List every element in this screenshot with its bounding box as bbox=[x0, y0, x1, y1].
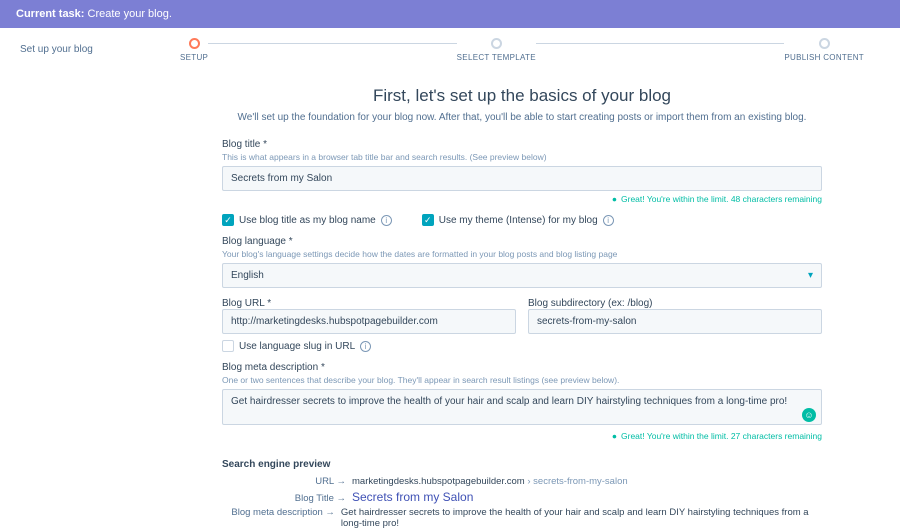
info-icon[interactable]: i bbox=[360, 341, 371, 352]
blog-title-label: Blog title * bbox=[222, 139, 822, 150]
info-icon[interactable]: i bbox=[603, 215, 614, 226]
smiley-icon: ☺ bbox=[802, 408, 816, 422]
blog-title-input[interactable] bbox=[222, 166, 822, 191]
checkbox-label: Use my theme (Intense) for my blog bbox=[439, 215, 598, 226]
page-heading: First, let's set up the basics of your b… bbox=[180, 86, 864, 106]
step-label: SELECT TEMPLATE bbox=[457, 53, 536, 62]
preview-meta-value: Get hairdresser secrets to improve the h… bbox=[341, 507, 822, 529]
blog-subdir-label: Blog subdirectory (ex: /blog) bbox=[528, 298, 822, 309]
check-icon: ✓ bbox=[222, 214, 234, 226]
chevron-down-icon: ▾ bbox=[808, 270, 813, 281]
use-title-as-name-checkbox[interactable]: ✓ Use blog title as my blog name i bbox=[222, 214, 392, 226]
preview-url-value: marketingdesks.hubspotpagebuilder.com › … bbox=[352, 476, 628, 487]
step-select-template[interactable]: SELECT TEMPLATE bbox=[457, 38, 536, 62]
sidebar: Set up your blog bbox=[0, 28, 180, 532]
step-line bbox=[536, 43, 785, 44]
step-line bbox=[208, 43, 457, 44]
blog-title-hint: This is what appears in a browser tab ti… bbox=[222, 152, 822, 162]
blog-url-label: Blog URL * bbox=[222, 298, 516, 309]
page-subheading: We'll set up the foundation for your blo… bbox=[180, 112, 864, 123]
info-icon[interactable]: i bbox=[381, 215, 392, 226]
meta-desc-status: Great! You're within the limit. 27 chara… bbox=[222, 431, 822, 441]
blog-url-input[interactable] bbox=[222, 309, 516, 334]
step-dot-icon bbox=[819, 38, 830, 49]
step-label: SETUP bbox=[180, 53, 208, 62]
top-banner: Current task: Create your blog. bbox=[0, 0, 900, 28]
preview-url-label: URL bbox=[222, 476, 352, 487]
checkbox-label: Use language slug in URL bbox=[239, 341, 355, 352]
sidebar-title: Set up your blog bbox=[20, 44, 180, 55]
preview-heading: Search engine preview bbox=[222, 459, 822, 470]
meta-desc-hint: One or two sentences that describe your … bbox=[222, 375, 822, 385]
preview-title-value: Secrets from my Salon bbox=[352, 490, 473, 504]
preview-meta-label: Blog meta description bbox=[222, 507, 341, 518]
stepper: SETUP SELECT TEMPLATE PUBLISH CONTENT bbox=[180, 28, 864, 66]
blog-language-hint: Your blog's language settings decide how… bbox=[222, 249, 822, 259]
blog-language-select[interactable]: English ▾ bbox=[222, 263, 822, 288]
blog-language-label: Blog language * bbox=[222, 236, 822, 247]
use-language-slug-checkbox[interactable]: Use language slug in URL i bbox=[222, 340, 822, 352]
step-setup[interactable]: SETUP bbox=[180, 38, 208, 62]
search-preview: Search engine preview URL marketingdesks… bbox=[222, 459, 822, 529]
meta-desc-input[interactable]: Get hairdresser secrets to improve the h… bbox=[222, 389, 822, 425]
check-icon: ✓ bbox=[422, 214, 434, 226]
use-theme-checkbox[interactable]: ✓ Use my theme (Intense) for my blog i bbox=[422, 214, 614, 226]
blog-subdir-input[interactable] bbox=[528, 309, 822, 334]
preview-title-label: Blog Title bbox=[222, 493, 352, 504]
step-dot-icon bbox=[491, 38, 502, 49]
task-label: Current task: bbox=[16, 8, 84, 20]
blog-title-status: Great! You're within the limit. 48 chara… bbox=[222, 194, 822, 204]
check-icon bbox=[222, 340, 234, 352]
select-value: English bbox=[231, 270, 264, 281]
meta-desc-label: Blog meta description * bbox=[222, 362, 822, 373]
step-publish-content[interactable]: PUBLISH CONTENT bbox=[784, 38, 864, 62]
checkbox-label: Use blog title as my blog name bbox=[239, 215, 376, 226]
task-name: Create your blog. bbox=[88, 8, 172, 20]
step-label: PUBLISH CONTENT bbox=[784, 53, 864, 62]
step-dot-icon bbox=[189, 38, 200, 49]
